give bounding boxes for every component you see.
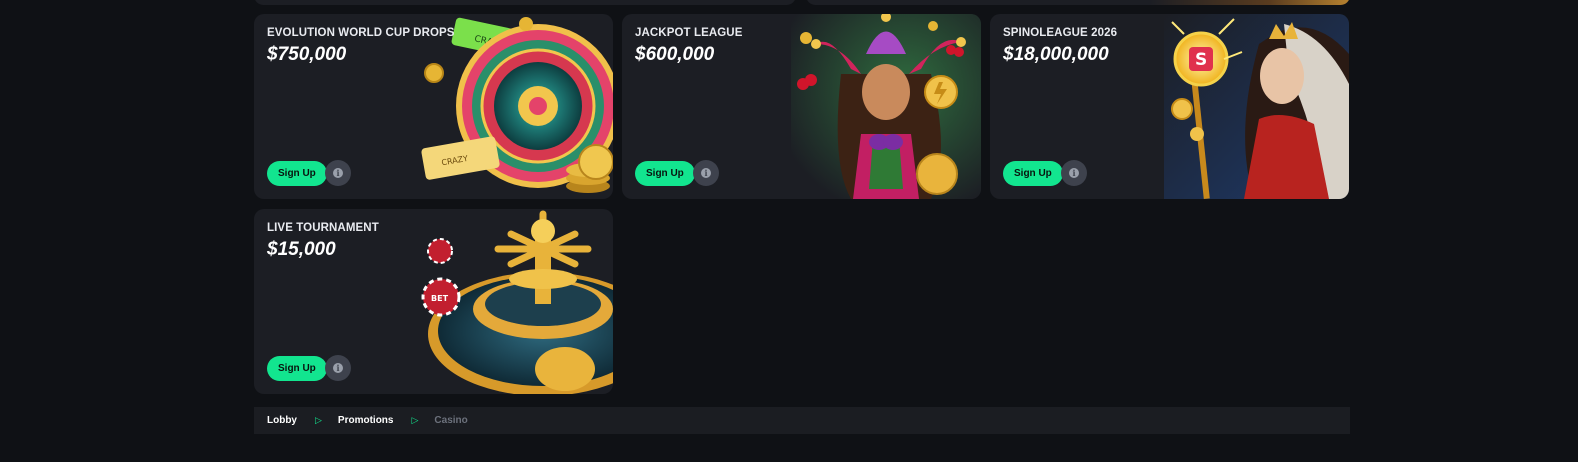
breadcrumb-separator-icon: ▷ — [315, 415, 322, 425]
promotions-page: EVOLUTION WORLD CUP DROPS $750,000 CRAZY… — [0, 0, 1578, 462]
info-icon: i — [701, 168, 711, 178]
sign-up-button[interactable]: Sign Up — [267, 161, 327, 186]
promo-prize-amount: $15,000 — [267, 239, 336, 260]
breadcrumb-casino-current: Casino — [434, 415, 468, 426]
promo-card-evolution-world-cup-drops[interactable]: EVOLUTION WORLD CUP DROPS $750,000 CRAZY… — [254, 14, 613, 199]
promo-title: JACKPOT LEAGUE — [635, 27, 743, 39]
info-icon: i — [333, 168, 343, 178]
breadcrumb-separator-icon: ▷ — [411, 415, 419, 425]
promo-title: LIVE TOURNAMENT — [267, 222, 379, 234]
svg-text:BET: BET — [431, 294, 449, 303]
breadcrumb-promotions-link[interactable]: Promotions — [338, 415, 394, 426]
info-icon: i — [333, 363, 343, 373]
breadcrumb: Lobby ▷ Promotions ▷ Casino — [254, 407, 1350, 434]
promo-card-jackpot-league[interactable]: JACKPOT LEAGUE $600,000 Sign Up i — [622, 14, 981, 199]
promo-prize-amount: $600,000 — [635, 44, 715, 65]
breadcrumb-lobby-link[interactable]: Lobby — [267, 415, 297, 426]
svg-text:S: S — [1195, 50, 1207, 70]
roulette-wheel-icon: CRAZY CRAZY — [421, 17, 613, 193]
info-button[interactable]: i — [693, 160, 719, 186]
sign-up-button[interactable]: Sign Up — [267, 356, 327, 381]
sorceress-staff-icon: S — [1164, 14, 1349, 199]
previous-promo-card[interactable] — [806, 0, 1350, 5]
sign-up-button[interactable]: Sign Up — [635, 161, 695, 186]
info-button[interactable]: i — [325, 355, 351, 381]
previous-promo-card[interactable] — [254, 0, 796, 5]
promo-card-live-tournament[interactable]: LIVE TOURNAMENT $15,000 BET Sign Up i — [254, 209, 613, 394]
info-button[interactable]: i — [325, 160, 351, 186]
promo-prize-amount: $750,000 — [267, 44, 347, 65]
promo-card-spinoleague-2026[interactable]: SPINOLEAGUE 2026 $18,000,000 S Sign Up i — [990, 14, 1349, 199]
sign-up-button[interactable]: Sign Up — [1003, 161, 1063, 186]
promo-prize-amount: $18,000,000 — [1003, 44, 1109, 65]
jester-girl-icon — [791, 14, 981, 199]
info-button[interactable]: i — [1061, 160, 1087, 186]
promo-title: SPINOLEAGUE 2026 — [1003, 27, 1118, 39]
golden-roulette-icon: BET — [421, 210, 613, 394]
promo-title: EVOLUTION WORLD CUP DROPS — [267, 27, 455, 39]
info-icon: i — [1069, 168, 1079, 178]
